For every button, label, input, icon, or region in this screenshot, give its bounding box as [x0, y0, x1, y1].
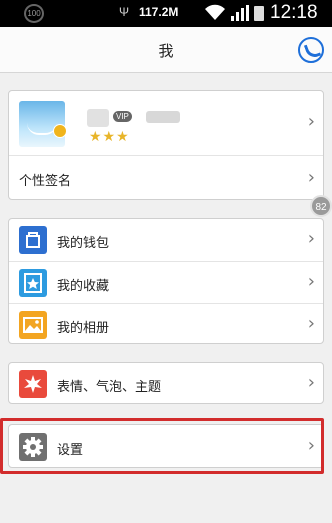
signal-icon: [231, 5, 249, 21]
floating-badge[interactable]: 82: [310, 195, 332, 217]
network-speed: 117.2M: [139, 5, 179, 19]
profile-row[interactable]: VIP ★★★ ›: [9, 91, 323, 155]
chevron-right-icon: ›: [307, 228, 315, 249]
theme-card: 表情、气泡、主题 ›: [8, 362, 324, 404]
list-item-theme[interactable]: 表情、气泡、主题 ›: [9, 363, 323, 405]
chevron-right-icon: ›: [307, 372, 315, 393]
list-item-wallet[interactable]: 我的钱包 ›: [9, 219, 323, 261]
wallet-icon: [19, 226, 47, 254]
photo-icon: [19, 311, 47, 339]
chevron-right-icon: ›: [307, 313, 315, 334]
list-item-label: 我的收藏: [57, 279, 110, 294]
wifi-icon: [205, 4, 225, 20]
services-card: 我的钱包 › 我的收藏 › 我的相册 ›: [8, 218, 324, 344]
list-item-label: 表情、气泡、主题: [57, 380, 162, 395]
tag-blurred: [146, 111, 180, 123]
star-box-icon: [19, 269, 47, 297]
notification-badge: 100: [24, 4, 44, 23]
list-item-favorites[interactable]: 我的收藏 ›: [9, 261, 323, 303]
list-item-album[interactable]: 我的相册 ›: [9, 303, 323, 345]
signature-row[interactable]: 个性签名 ›: [9, 155, 323, 201]
profile-card: VIP ★★★ › 个性签名 ›: [8, 90, 324, 200]
vip-badge: VIP: [113, 111, 132, 122]
list-item-label: 我的钱包: [57, 236, 110, 251]
status-bar: 100 Ψ 117.2M 12:18: [0, 0, 332, 27]
usb-icon: Ψ: [119, 5, 130, 19]
level-badge-icon: [53, 124, 67, 138]
list-item-label: 我的相册: [57, 321, 110, 336]
page-title: 我: [158, 42, 174, 60]
highlight-box: [0, 418, 324, 474]
title-bar: 我: [0, 27, 332, 73]
chevron-right-icon: ›: [307, 111, 315, 132]
level-stars: ★★★: [89, 129, 130, 145]
moon-icon[interactable]: [298, 37, 324, 63]
chevron-right-icon: ›: [307, 271, 315, 292]
theme-icon: [19, 370, 47, 398]
signature-label: 个性签名: [19, 174, 72, 189]
clock: 12:18: [270, 2, 318, 23]
battery-icon: [254, 6, 264, 21]
chevron-right-icon: ›: [307, 167, 315, 188]
nickname-blurred: [87, 109, 109, 127]
